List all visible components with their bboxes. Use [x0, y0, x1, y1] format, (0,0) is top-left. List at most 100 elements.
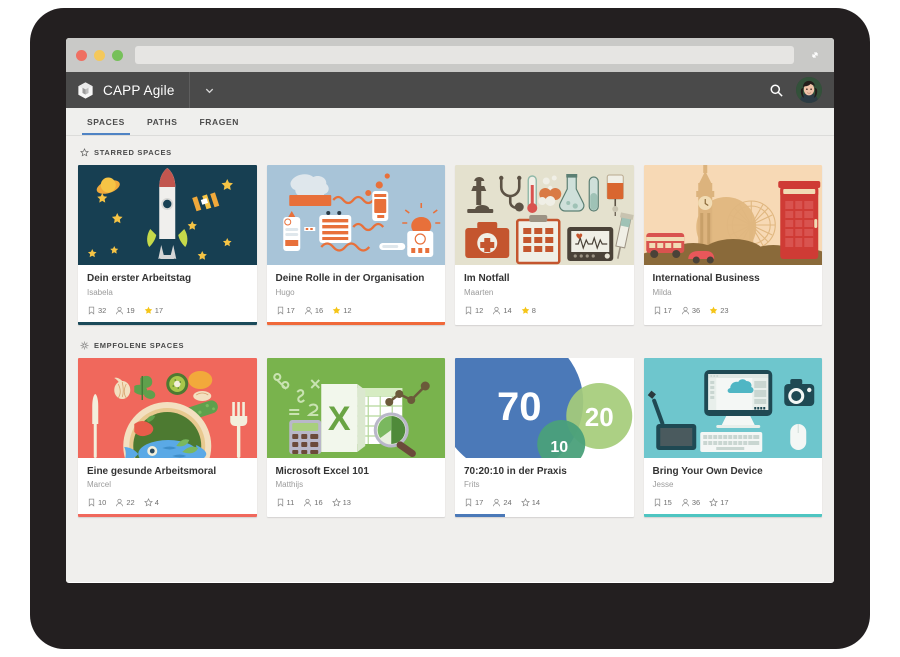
progress-track — [78, 321, 257, 325]
members-stat: 14 — [492, 305, 512, 315]
tab-fragen-label: FRAGEN — [199, 116, 239, 127]
app-header: CAPP Agile — [66, 72, 834, 108]
bookmark-stat: 11 — [276, 498, 294, 507]
avatar[interactable] — [796, 77, 822, 103]
progress-track — [644, 322, 823, 325]
bookmark-count: 32 — [98, 305, 107, 315]
members-count: 16 — [314, 498, 323, 507]
members-count: 36 — [691, 305, 701, 315]
members-count: 14 — [503, 305, 512, 315]
browser-window: CAPP Agile SPACES PATHS FRAGEN STARRED S… — [66, 38, 834, 583]
minimize-window-button[interactable] — [94, 49, 105, 61]
card-body: Microsoft Excel 101 Matthijs 11 16 13 — [267, 458, 446, 515]
card-stats: 15 36 17 — [653, 498, 814, 507]
bookmark-stat: 17 — [464, 498, 483, 507]
tab-paths-label: PATHS — [146, 116, 178, 127]
card-title: Bring Your Own Device — [652, 465, 763, 477]
members-stat: 16 — [303, 498, 323, 507]
card-stats: 17 24 14 — [464, 498, 625, 507]
card-title: 70:20:10 in der Praxis — [464, 465, 567, 477]
sparkle-icon — [80, 341, 89, 350]
card-body: Bring Your Own Device Jesse 15 36 17 — [644, 458, 823, 515]
tab-fragen[interactable]: FRAGEN — [188, 108, 250, 135]
stars-stat: 4 — [143, 498, 159, 507]
stars-count: 14 — [531, 498, 541, 507]
members-count: 16 — [314, 305, 324, 315]
space-card[interactable]: Eine gesunde Arbeitsmoral Marcel 10 22 4 — [78, 357, 257, 517]
section-header-starred: STARRED SPACES — [80, 148, 822, 157]
starred-spaces-grid: Dein erster Arbeitstag Isabela 32 19 17 … — [78, 165, 822, 325]
brand-area[interactable]: CAPP Agile — [76, 81, 175, 100]
card-stats: 11 16 13 — [276, 498, 437, 507]
rocket-space-illustration — [78, 165, 257, 265]
card-author: Hugo — [275, 287, 295, 297]
space-card[interactable]: 70 20 10 70:20:10 in der Praxis Frits 17 — [455, 357, 634, 517]
zoom-window-button[interactable] — [112, 49, 123, 61]
tab-spaces-label: SPACES — [87, 116, 125, 127]
close-window-button[interactable] — [76, 49, 87, 61]
space-card[interactable]: Dein erster Arbeitstag Isabela 32 19 17 — [78, 165, 257, 325]
tab-paths[interactable]: PATHS — [136, 108, 189, 135]
progress-track — [455, 514, 634, 517]
card-stats: 32 19 17 — [87, 306, 248, 315]
space-card[interactable]: Im Notfall Maarten 12 14 8 — [455, 165, 634, 325]
spaces-content: STARRED SPACES Dein erster Arbeitstag Is… — [66, 136, 834, 582]
brand-name: CAPP Agile — [103, 82, 175, 98]
card-body: Eine gesunde Arbeitsmoral Marcel 10 22 4 — [78, 458, 257, 515]
section-header-recommended: EMPFOLENE SPACES — [80, 341, 822, 350]
card-title: International Business — [652, 273, 760, 284]
cube-logo-icon — [76, 81, 95, 100]
card-author: Frits — [464, 480, 480, 489]
members-count: 24 — [503, 498, 512, 507]
bookmark-stat: 17 — [653, 306, 672, 315]
bookmark-count: 12 — [475, 305, 484, 315]
members-stat: 36 — [681, 498, 700, 507]
bookmark-stat: 12 — [464, 306, 483, 315]
space-card[interactable]: Deine Rolle in der Organisation Hugo 17 … — [266, 165, 445, 325]
stars-count: 13 — [342, 498, 351, 507]
stars-count: 23 — [720, 305, 729, 315]
card-author: Maarten — [464, 287, 494, 297]
bookmark-count: 17 — [475, 498, 484, 507]
header-actions — [769, 77, 822, 103]
tab-spaces[interactable]: SPACES — [76, 108, 136, 135]
card-title: Eine gesunde Arbeitsmoral — [87, 465, 217, 477]
seventy-twenty-ten-venn-illustration: 70 20 10 — [455, 357, 634, 458]
stars-stat: 23 — [709, 305, 729, 315]
card-body: 70:20:10 in der Praxis Frits 17 24 14 — [455, 458, 634, 515]
card-title: Deine Rolle in der Organisation — [275, 273, 425, 284]
expand-arrow-icon[interactable] — [808, 48, 822, 62]
section-title: EMPFOLENE SPACES — [94, 340, 185, 350]
stars-stat: 8 — [521, 306, 536, 315]
members-stat: 16 — [304, 306, 323, 315]
bookmark-count: 17 — [286, 305, 295, 315]
section-title: STARRED SPACES — [94, 148, 172, 157]
stars-stat: 14 — [520, 498, 541, 507]
members-stat: 36 — [681, 306, 700, 315]
card-stats: 10 22 4 — [87, 498, 248, 507]
bookmark-stat: 17 — [276, 306, 295, 315]
svg-text:20: 20 — [585, 402, 614, 432]
card-title: Microsoft Excel 101 — [275, 465, 369, 477]
space-card[interactable]: X Microsoft Excel 101 Matthijs 11 16 13 — [266, 357, 446, 517]
progress-fill — [78, 514, 257, 517]
stars-stat: 12 — [332, 306, 352, 315]
card-stats: 12 14 8 — [464, 306, 625, 315]
excel-spreadsheet-illustration: X — [266, 357, 445, 458]
bookmark-count: 10 — [98, 498, 107, 507]
members-stat: 22 — [115, 498, 135, 507]
card-title: Dein erster Arbeitstag — [87, 273, 192, 284]
progress-fill — [455, 514, 505, 517]
url-input[interactable] — [135, 46, 794, 64]
medical-equipment-illustration — [455, 165, 634, 265]
progress-track — [78, 514, 257, 517]
stars-count: 8 — [531, 305, 536, 315]
search-icon[interactable] — [769, 83, 784, 98]
space-card[interactable]: International Business Milda 17 36 23 — [643, 165, 823, 325]
progress-track — [643, 514, 822, 517]
members-count: 19 — [126, 305, 135, 315]
space-card[interactable]: Bring Your Own Device Jesse 15 36 17 — [643, 357, 823, 517]
progress-track — [455, 322, 634, 325]
chevron-down-icon[interactable] — [188, 72, 215, 108]
stars-count: 4 — [154, 498, 159, 507]
